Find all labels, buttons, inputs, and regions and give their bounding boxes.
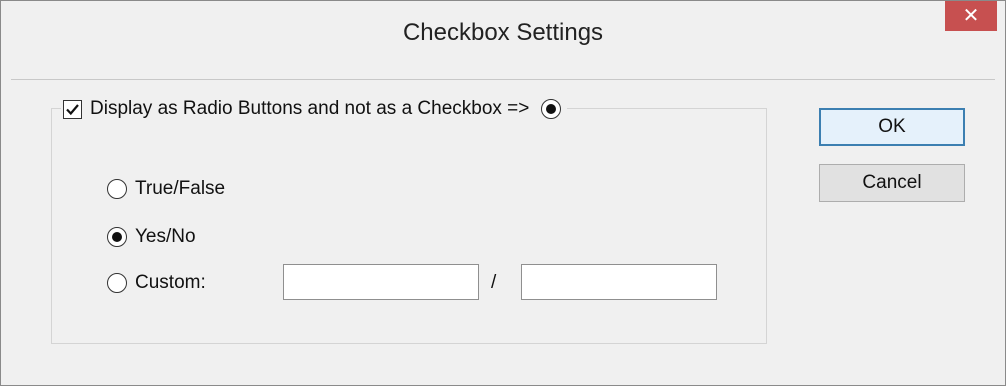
custom-label: Custom: xyxy=(135,272,206,293)
true-false-radio[interactable] xyxy=(107,179,127,199)
display-as-radio-checkbox[interactable] xyxy=(63,99,82,119)
cancel-button[interactable]: Cancel xyxy=(819,164,965,202)
yes-no-radio[interactable] xyxy=(107,227,127,247)
dialog-title: Checkbox Settings xyxy=(402,19,604,46)
title-bar: Checkbox Settings ✕ xyxy=(1,1,1005,79)
custom-false-field[interactable] xyxy=(521,264,717,300)
checkmark-icon xyxy=(66,103,79,115)
true-false-label: True/False xyxy=(135,178,226,199)
dialog-body: Display as Radio Buttons and not as a Ch… xyxy=(11,79,995,376)
option-custom[interactable]: Custom: xyxy=(107,272,206,294)
radio-preview-icon xyxy=(541,99,562,119)
close-icon: ✕ xyxy=(962,5,980,27)
yes-no-label: Yes/No xyxy=(135,226,196,247)
ok-button[interactable]: OK xyxy=(819,108,965,146)
custom-separator: / xyxy=(491,272,497,293)
custom-radio[interactable] xyxy=(107,273,127,293)
close-button[interactable]: ✕ xyxy=(945,1,997,31)
custom-true-field[interactable] xyxy=(283,264,479,300)
display-as-radio-label: Display as Radio Buttons and not as a Ch… xyxy=(90,98,530,119)
option-yes-no[interactable]: Yes/No xyxy=(107,226,196,248)
group-legend: Display as Radio Buttons and not as a Ch… xyxy=(61,94,568,124)
option-true-false[interactable]: True/False xyxy=(107,178,225,200)
checkbox-settings-dialog: Checkbox Settings ✕ Display as Radio But… xyxy=(0,0,1006,386)
